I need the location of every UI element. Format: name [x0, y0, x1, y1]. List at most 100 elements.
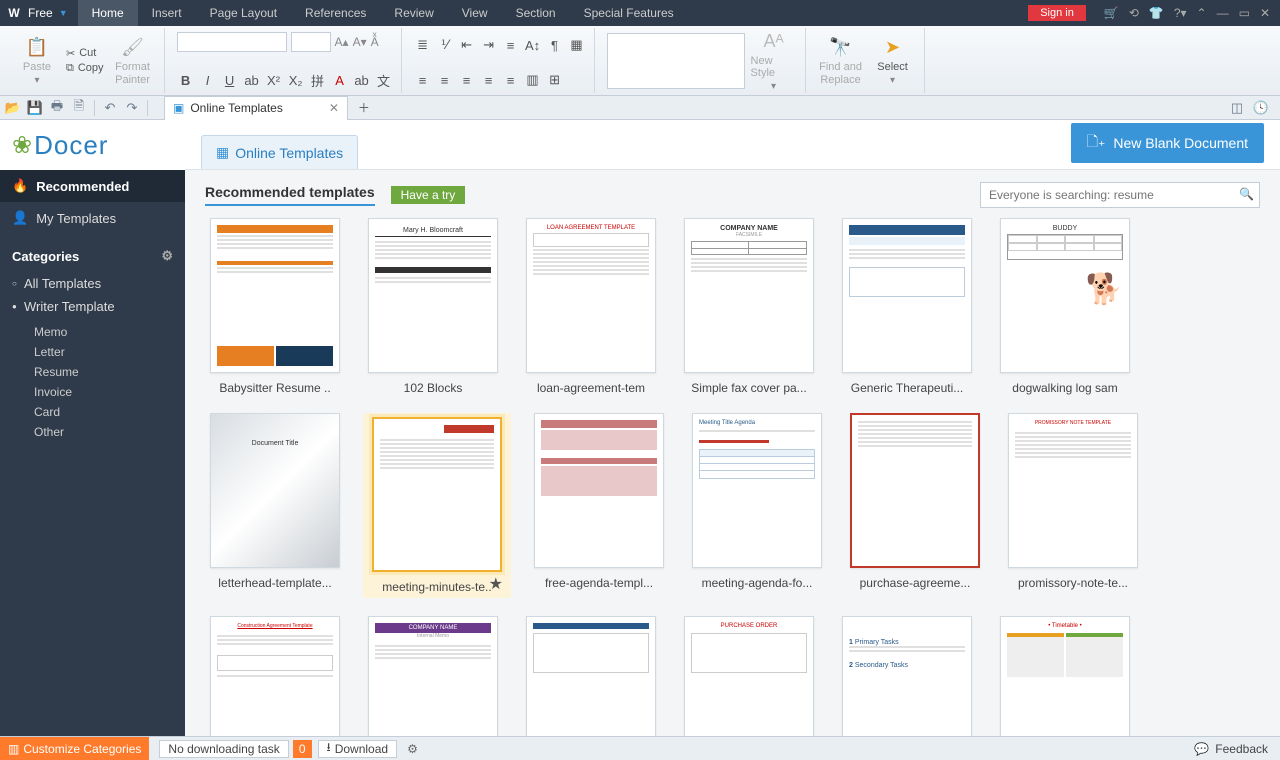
- phonetic-icon[interactable]: 拼: [309, 71, 327, 89]
- show-marks-icon[interactable]: ¶: [546, 36, 564, 54]
- clear-format-icon[interactable]: Aͯ: [371, 35, 379, 49]
- italic-icon[interactable]: I: [199, 71, 217, 89]
- menu-view[interactable]: View: [448, 0, 502, 26]
- pin-icon[interactable]: ◫: [1228, 99, 1246, 117]
- menu-section[interactable]: Section: [502, 0, 570, 26]
- star-icon[interactable]: ★: [489, 574, 503, 594]
- redo-icon[interactable]: ↷: [123, 99, 141, 117]
- tabs-icon[interactable]: ⊞: [546, 71, 564, 89]
- paste-button[interactable]: 📋 Paste ▾: [14, 35, 60, 86]
- template-card[interactable]: COMPANY NAMEFACSIMILE Simple fax cover p…: [679, 218, 819, 395]
- align-center-icon[interactable]: ≡: [436, 71, 454, 89]
- have-a-try-badge[interactable]: Have a try: [391, 186, 466, 204]
- search-icon[interactable]: 🔍: [1239, 187, 1254, 201]
- format-painter-button[interactable]: 🖌 Format Painter: [110, 35, 156, 85]
- subcat-card[interactable]: Card: [34, 402, 104, 422]
- gear-icon[interactable]: ⚙: [161, 248, 173, 264]
- template-card[interactable]: Mary H. Bloomcraft 102 Blocks: [363, 218, 503, 395]
- menu-special-features[interactable]: Special Features: [570, 0, 688, 26]
- distribute-icon[interactable]: ≡: [502, 71, 520, 89]
- bold-icon[interactable]: B: [177, 71, 195, 89]
- template-card[interactable]: Meeting Title Agenda meeting-agenda-fo..…: [687, 413, 827, 598]
- increase-indent-icon[interactable]: ⇥: [480, 36, 498, 54]
- customize-categories-button[interactable]: ▥ Customize Categories: [0, 737, 149, 760]
- underline-icon[interactable]: U: [221, 71, 239, 89]
- cat-all-templates[interactable]: All Templates: [12, 272, 173, 295]
- shrink-font-icon[interactable]: A▾: [353, 35, 367, 49]
- copy-button[interactable]: ⧉Copy: [66, 62, 104, 75]
- subcat-resume[interactable]: Resume: [34, 362, 104, 382]
- sort-icon[interactable]: A↕: [524, 36, 542, 54]
- search-input[interactable]: [980, 182, 1260, 208]
- clock-icon[interactable]: 🕓: [1252, 99, 1270, 117]
- char-border-icon[interactable]: 文: [375, 71, 393, 89]
- new-tab-button[interactable]: ＋: [352, 98, 376, 118]
- print-preview-icon[interactable]: 🗎: [70, 99, 88, 117]
- style-preview[interactable]: [607, 33, 745, 89]
- sidebar-my-templates[interactable]: 👤 My Templates: [0, 202, 185, 234]
- font-size-input[interactable]: [291, 32, 331, 52]
- menu-page-layout[interactable]: Page Layout: [196, 0, 291, 26]
- cart-icon[interactable]: 🛒: [1104, 6, 1119, 20]
- template-card-selected[interactable]: meeting-minutes-te.. ★: [363, 413, 511, 598]
- open-icon[interactable]: 📂: [4, 99, 22, 117]
- online-templates-tab[interactable]: ▦ Online Templates: [201, 135, 358, 169]
- undo-icon[interactable]: ↶: [101, 99, 119, 117]
- print-icon[interactable]: 🖶: [48, 99, 66, 117]
- decrease-indent-icon[interactable]: ⇤: [458, 36, 476, 54]
- template-card[interactable]: LOAN AGREEMENT TEMPLATE loan-agreement-t…: [521, 218, 661, 395]
- cut-button[interactable]: ✂Cut: [66, 47, 104, 60]
- font-name-input[interactable]: [177, 32, 287, 52]
- shirt-icon[interactable]: 👕: [1149, 6, 1164, 20]
- sidebar-recommended[interactable]: 🔥 Recommended: [0, 170, 185, 202]
- template-card[interactable]: Construction Agreement Template contract…: [205, 616, 345, 736]
- subcat-memo[interactable]: Memo: [34, 322, 104, 342]
- numbering-icon[interactable]: ⅟: [436, 36, 454, 54]
- sub-icon[interactable]: X₂: [287, 71, 305, 89]
- help-icon[interactable]: ?▾: [1174, 6, 1187, 20]
- template-card[interactable]: PURCHASE ORDER: [679, 616, 819, 736]
- menu-references[interactable]: References: [291, 0, 380, 26]
- ribbon-collapse-icon[interactable]: ⌃: [1197, 6, 1207, 20]
- close-icon[interactable]: ✕: [1260, 6, 1270, 20]
- grow-font-icon[interactable]: A▴: [335, 35, 349, 49]
- template-card[interactable]: Document Title letterhead-template...: [205, 413, 345, 598]
- template-card[interactable]: Generic Therapeuti...: [837, 218, 977, 395]
- signin-button[interactable]: Sign in: [1028, 5, 1086, 21]
- new-style-button[interactable]: Aᴬ New Style ▾: [751, 29, 797, 92]
- bullets-icon[interactable]: ≣: [414, 36, 432, 54]
- template-card[interactable]: COMPANY NAMEInternal Memo memo-template-…: [363, 616, 503, 736]
- maximize-icon[interactable]: ▭: [1239, 6, 1250, 20]
- find-replace-button[interactable]: 🔭 Find and Replace: [818, 35, 864, 85]
- template-card[interactable]: Babysitter Resume ..: [205, 218, 345, 395]
- subcat-invoice[interactable]: Invoice: [34, 382, 104, 402]
- subcat-other[interactable]: Other: [34, 422, 104, 442]
- template-card[interactable]: [521, 616, 661, 736]
- highlight-icon[interactable]: ab: [353, 71, 371, 89]
- new-blank-document-button[interactable]: 🗋₊ New Blank Document: [1071, 123, 1264, 163]
- template-card[interactable]: free-agenda-templ...: [529, 413, 669, 598]
- template-card[interactable]: purchase-agreeme...: [845, 413, 985, 598]
- line-spacing-icon[interactable]: ≡: [502, 36, 520, 54]
- template-card[interactable]: • Timetable •: [995, 616, 1135, 736]
- minimize-icon[interactable]: —: [1217, 6, 1229, 20]
- shading-icon[interactable]: ▥: [524, 71, 542, 89]
- feedback-button[interactable]: 💬 Feedback: [1194, 742, 1268, 756]
- align-left-icon[interactable]: ≡: [414, 71, 432, 89]
- menu-insert[interactable]: Insert: [138, 0, 196, 26]
- menu-home[interactable]: Home: [78, 0, 138, 26]
- template-card[interactable]: 1 Primary Tasks2 Secondary Tasks: [837, 616, 977, 736]
- strikethrough-icon[interactable]: ab: [243, 71, 261, 89]
- justify-icon[interactable]: ≡: [480, 71, 498, 89]
- save-icon[interactable]: 💾: [26, 99, 44, 117]
- borders-icon[interactable]: ▦: [568, 36, 586, 54]
- template-card[interactable]: PROMISSORY NOTE TEMPLATE promissory-note…: [1003, 413, 1143, 598]
- font-color-icon[interactable]: A: [331, 71, 349, 89]
- refresh-icon[interactable]: ⟲: [1129, 6, 1139, 20]
- menu-review[interactable]: Review: [380, 0, 447, 26]
- super-icon[interactable]: X²: [265, 71, 283, 89]
- download-button[interactable]: ⭳ Download: [318, 740, 398, 758]
- subcat-letter[interactable]: Letter: [34, 342, 104, 362]
- template-card[interactable]: BUDDY🐕 dogwalking log sam: [995, 218, 1135, 395]
- close-tab-icon[interactable]: ✕: [329, 101, 339, 115]
